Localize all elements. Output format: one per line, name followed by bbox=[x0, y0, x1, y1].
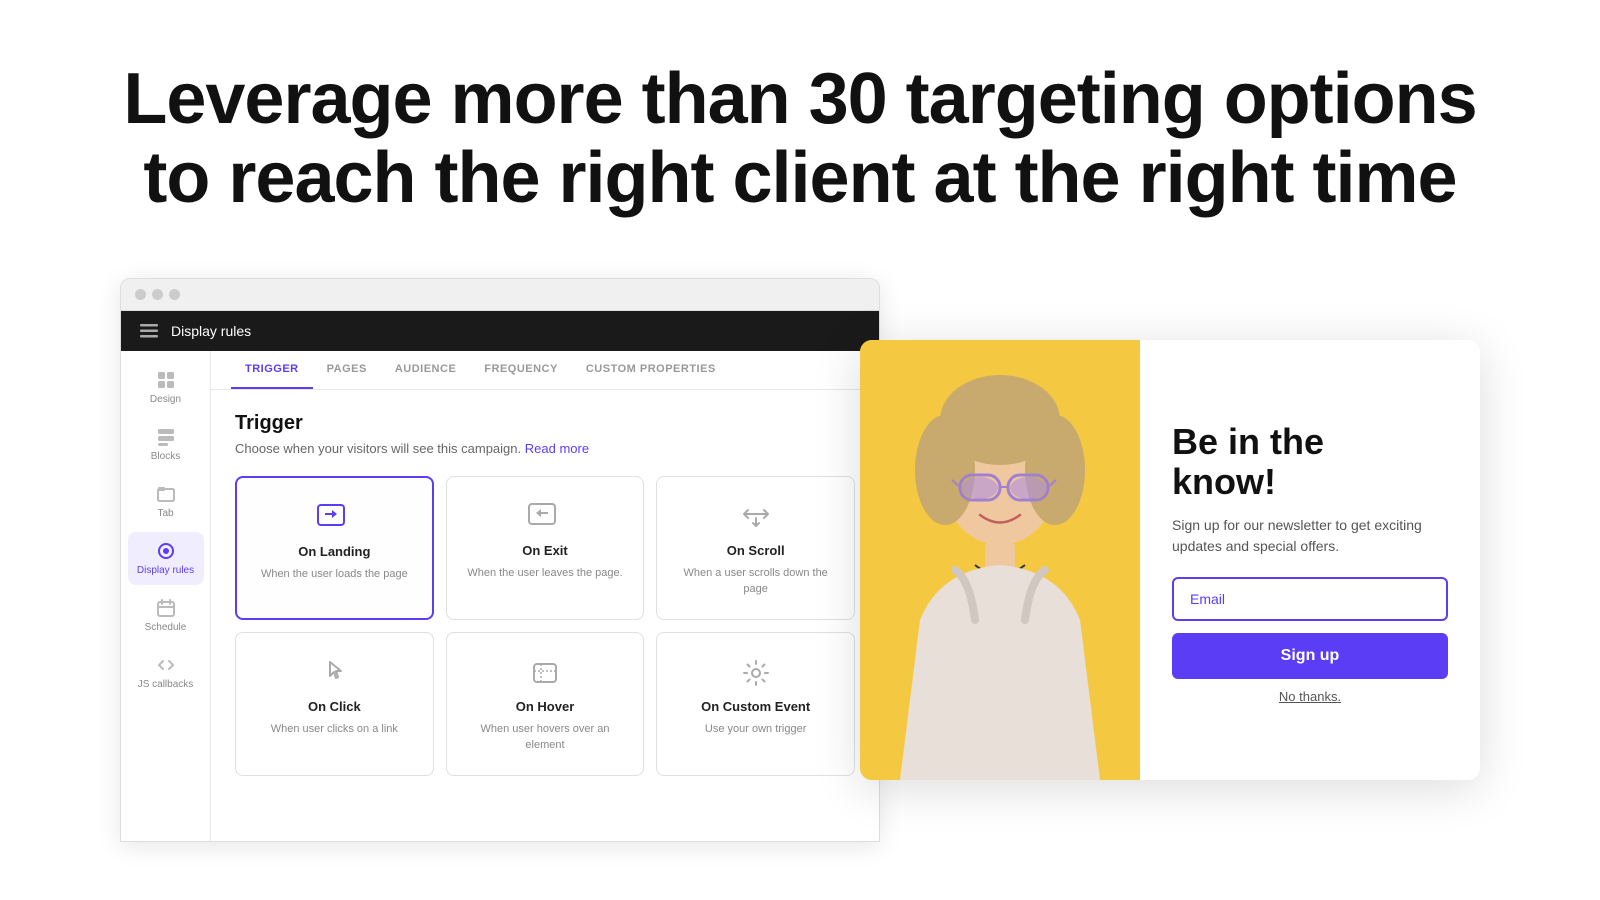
sidebar-item-display-rules[interactable]: Display rules bbox=[128, 532, 204, 585]
display-rules-icon bbox=[155, 540, 177, 562]
on-exit-title: On Exit bbox=[522, 543, 568, 558]
browser-dot-yellow bbox=[152, 289, 163, 300]
sidebar-item-design[interactable]: Design bbox=[128, 361, 204, 414]
trigger-card-on-scroll[interactable]: On Scroll When a user scrolls down the p… bbox=[656, 476, 855, 620]
topbar-menu-icon[interactable] bbox=[139, 321, 159, 341]
on-exit-desc: When the user leaves the page. bbox=[467, 566, 622, 581]
sidebar-item-callbacks-label: JS callbacks bbox=[138, 679, 194, 691]
sidebar: Design Blocks bbox=[121, 351, 211, 841]
topbar-title: Display rules bbox=[171, 323, 251, 339]
tab-frequency[interactable]: Frequency bbox=[470, 351, 572, 389]
newsletter-popup: Be in the know! Sign up for our newslett… bbox=[860, 340, 1480, 780]
main-content: Display rules Design bbox=[0, 258, 1600, 842]
code-icon bbox=[155, 654, 177, 676]
schedule-icon bbox=[155, 597, 177, 619]
sidebar-item-display-rules-label: Display rules bbox=[137, 565, 194, 577]
hover-icon bbox=[527, 655, 563, 691]
trigger-card-on-landing[interactable]: On Landing When the user loads the page bbox=[235, 476, 434, 620]
read-more-link[interactable]: Read more bbox=[525, 441, 589, 456]
popup-image-section bbox=[860, 340, 1140, 780]
popup-person-image bbox=[860, 340, 1140, 780]
browser-dot-green bbox=[169, 289, 180, 300]
on-hover-title: On Hover bbox=[516, 699, 575, 714]
tab-audience[interactable]: Audience bbox=[381, 351, 470, 389]
trigger-card-on-exit[interactable]: On Exit When the user leaves the page. bbox=[446, 476, 645, 620]
on-click-title: On Click bbox=[308, 699, 361, 714]
popup-form: Be in the know! Sign up for our newslett… bbox=[1140, 340, 1480, 780]
on-scroll-desc: When a user scrolls down the page bbox=[673, 566, 838, 597]
popup-form-title: Be in the know! bbox=[1172, 422, 1448, 501]
tab-trigger[interactable]: Trigger bbox=[231, 351, 313, 389]
scroll-icon bbox=[738, 499, 774, 535]
sidebar-item-schedule[interactable]: Schedule bbox=[128, 589, 204, 642]
sidebar-item-schedule-label: Schedule bbox=[145, 622, 187, 634]
no-thanks-link[interactable]: No thanks. bbox=[1172, 689, 1448, 704]
trigger-desc: Choose when your visitors will see this … bbox=[235, 441, 855, 456]
trigger-grid: On Landing When the user loads the page bbox=[235, 476, 855, 776]
on-hover-desc: When user hovers over an element bbox=[463, 722, 628, 753]
gear-icon bbox=[738, 655, 774, 691]
app-container: Design Blocks bbox=[121, 351, 879, 841]
trigger-card-on-click[interactable]: On Click When user clicks on a link bbox=[235, 632, 434, 776]
tabs-bar: Trigger Pages Audience Frequency Custom … bbox=[211, 351, 879, 390]
arrow-right-box-icon bbox=[316, 500, 352, 536]
sidebar-item-blocks-label: Blocks bbox=[151, 451, 180, 463]
browser-dot-red bbox=[135, 289, 146, 300]
sidebar-item-blocks[interactable]: Blocks bbox=[128, 418, 204, 471]
trigger-card-on-custom-event[interactable]: On Custom Event Use your own trigger bbox=[656, 632, 855, 776]
main-panel: Trigger Pages Audience Frequency Custom … bbox=[211, 351, 879, 841]
on-scroll-title: On Scroll bbox=[727, 543, 785, 558]
tab-pages[interactable]: Pages bbox=[313, 351, 381, 389]
design-icon bbox=[155, 369, 177, 391]
app-topbar: Display rules bbox=[121, 311, 879, 351]
on-custom-event-desc: Use your own trigger bbox=[705, 722, 807, 737]
hero-section: Leverage more than 30 targeting options … bbox=[0, 0, 1600, 258]
signup-button[interactable]: Sign up bbox=[1172, 633, 1448, 679]
trigger-content: Trigger Choose when your visitors will s… bbox=[211, 390, 879, 798]
arrow-left-box-icon bbox=[527, 499, 563, 535]
hero-title: Leverage more than 30 targeting options … bbox=[80, 60, 1520, 218]
sidebar-item-tab[interactable]: Tab bbox=[128, 475, 204, 528]
on-click-desc: When user clicks on a link bbox=[271, 722, 398, 737]
browser-mockup: Display rules Design bbox=[120, 278, 880, 842]
trigger-card-on-hover[interactable]: On Hover When user hovers over an elemen… bbox=[446, 632, 645, 776]
on-landing-desc: When the user loads the page bbox=[261, 567, 408, 582]
sidebar-item-design-label: Design bbox=[150, 394, 181, 406]
sidebar-item-tab-label: Tab bbox=[157, 508, 173, 520]
email-field[interactable] bbox=[1172, 577, 1448, 621]
on-custom-event-title: On Custom Event bbox=[701, 699, 810, 714]
tab-icon bbox=[155, 483, 177, 505]
trigger-title: Trigger bbox=[235, 412, 855, 435]
popup-form-desc: Sign up for our newsletter to get exciti… bbox=[1172, 515, 1448, 557]
tab-custom-properties[interactable]: Custom Properties bbox=[572, 351, 730, 389]
on-landing-title: On Landing bbox=[298, 544, 370, 559]
click-icon bbox=[316, 655, 352, 691]
browser-topbar bbox=[121, 279, 879, 311]
blocks-icon bbox=[155, 426, 177, 448]
sidebar-item-callbacks[interactable]: JS callbacks bbox=[128, 646, 204, 699]
